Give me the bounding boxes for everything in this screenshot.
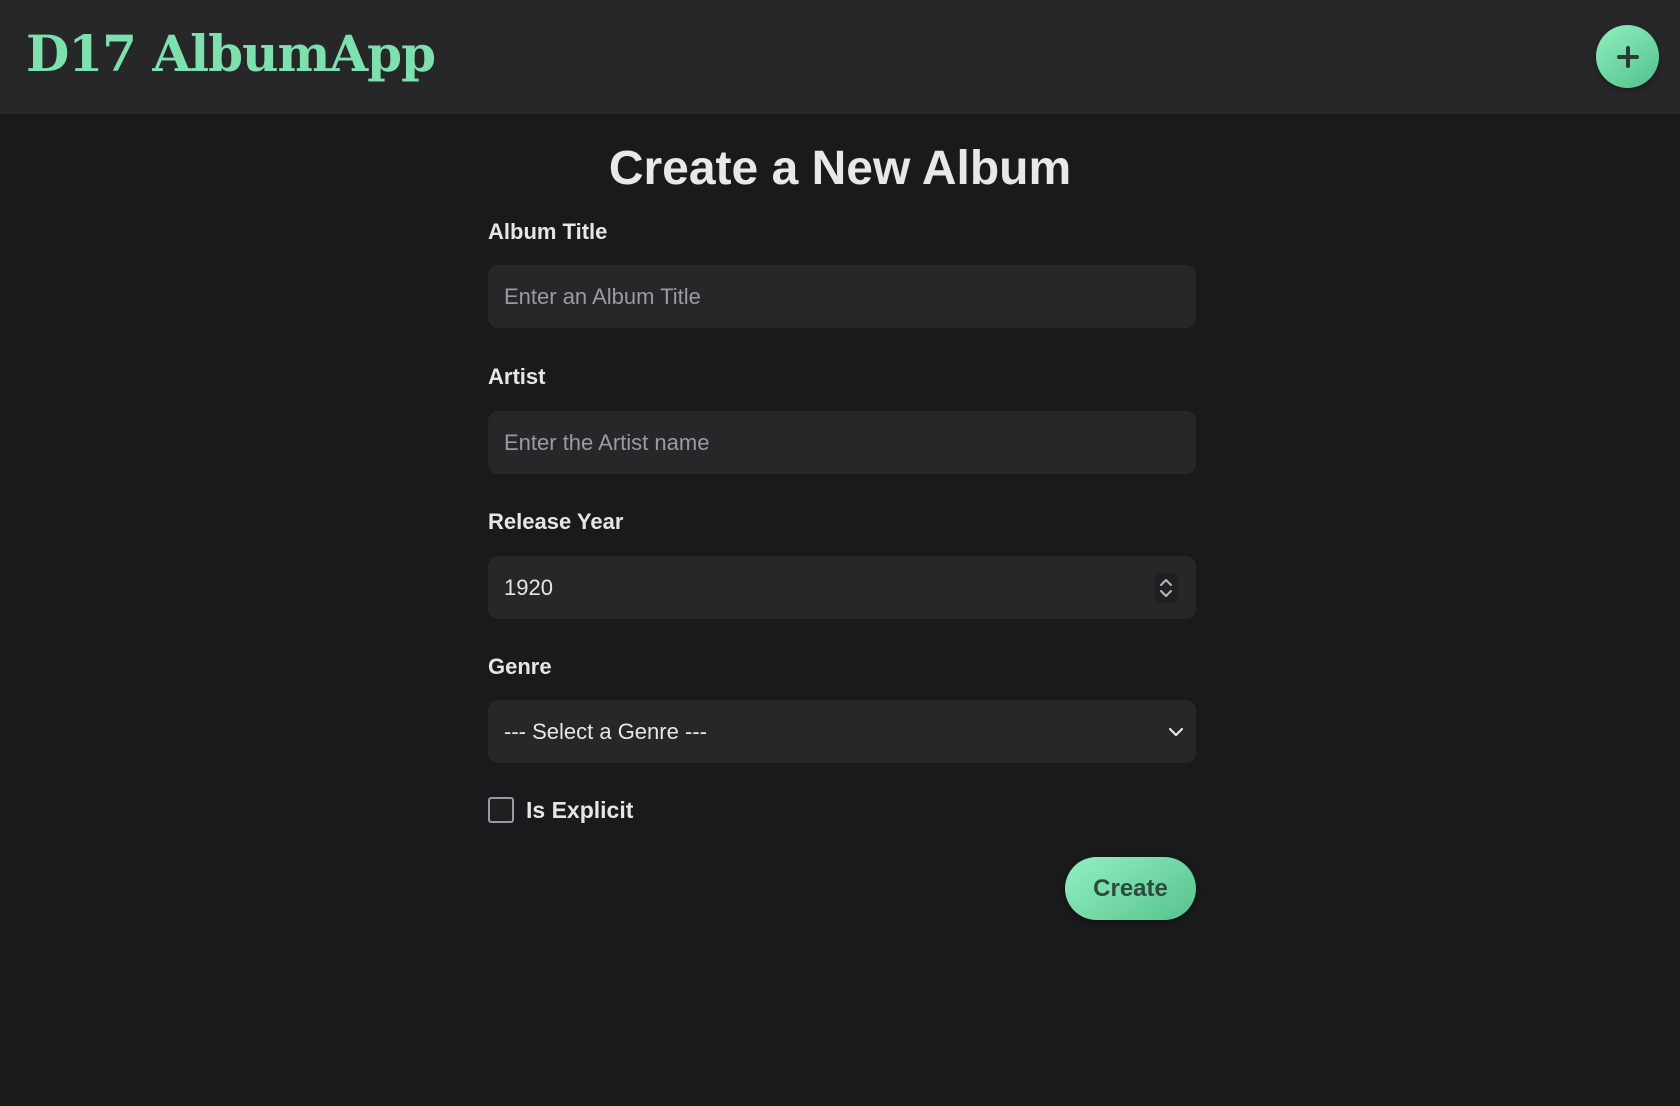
artist-label: Artist [488,364,546,389]
is-explicit-checkbox[interactable] [488,797,514,823]
genre-label: Genre [488,654,552,679]
album-title-field[interactable] [488,265,1196,328]
create-button[interactable]: Create [1065,857,1196,920]
chevron-down-icon [1168,727,1184,737]
page-title: Create a New Album [608,142,1072,195]
release-year-label: Release Year [488,509,624,534]
artist-input[interactable] [488,411,1196,474]
artist-field[interactable] [488,411,1196,474]
add-album-button[interactable] [1596,25,1659,88]
app-brand[interactable]: D17 AlbumApp [26,22,436,86]
album-title-input[interactable] [488,265,1196,328]
is-explicit-label[interactable]: Is Explicit [526,796,633,824]
genre-selected-value: --- Select a Genre --- [504,719,707,744]
release-year-value: 1920 [504,575,553,600]
album-title-label: Album Title [488,219,608,244]
number-stepper[interactable] [1154,573,1178,603]
release-year-input[interactable]: 1920 [488,556,1196,619]
stepper-arrows-icon [1160,579,1172,597]
genre-select[interactable]: --- Select a Genre --- [488,700,1196,763]
plus-icon [1616,45,1639,68]
top-navbar: D17 AlbumApp [0,0,1680,114]
